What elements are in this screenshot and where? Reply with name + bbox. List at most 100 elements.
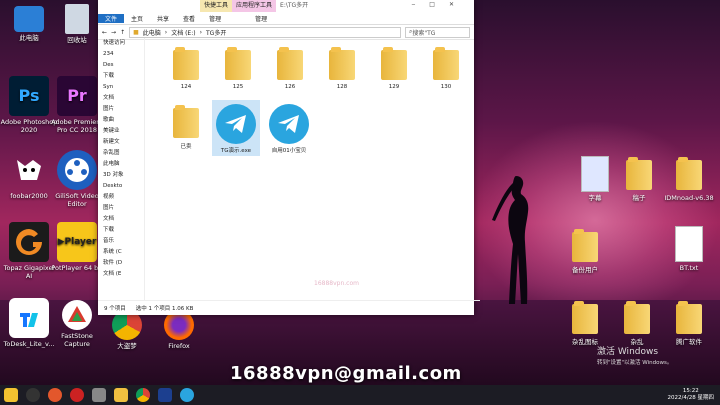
nav-item[interactable]: 3D 对象: [98, 170, 144, 181]
folder-icon: [431, 46, 461, 82]
folder-item-129[interactable]: 129: [372, 46, 416, 90]
desktop-icon-firefox[interactable]: Firefox: [150, 310, 208, 350]
nav-item[interactable]: 下载: [98, 225, 144, 236]
faststone-icon: [62, 300, 92, 330]
title-tab-quick-tools[interactable]: 快捷工具: [200, 0, 233, 12]
taskbar: 15:22 2022/4/28 星期四: [0, 385, 720, 405]
foobar-icon: [9, 150, 49, 190]
explorer-taskbar-icon[interactable]: [114, 388, 128, 402]
nav-item[interactable]: 文档 (E: [98, 269, 144, 280]
address-bar[interactable]: ■ 此电脑 › 文档 (E:) › TG多开: [129, 26, 401, 38]
photoshop-taskbar-icon[interactable]: [158, 388, 172, 402]
desktop-icon-chrome[interactable]: 大盗梦: [98, 310, 156, 350]
desktop-icon-backup-users[interactable]: 备份用户: [556, 228, 614, 274]
nav-item[interactable]: 视频: [98, 192, 144, 203]
ribbon-tab-manage-2[interactable]: 管理: [248, 14, 274, 23]
folder-item-126[interactable]: 126: [268, 46, 312, 90]
app-icon[interactable]: [92, 388, 106, 402]
woman-silhouette: [492, 176, 529, 304]
ribbon-tab-file[interactable]: 文件: [98, 13, 125, 23]
desktop-icon-misc-icons[interactable]: 杂乱图标: [556, 300, 614, 346]
folder-icon: [171, 46, 201, 82]
breadcrumb-drive-e[interactable]: 文档 (E:): [171, 28, 195, 37]
folder-icon: [171, 104, 201, 140]
nav-item[interactable]: Syn: [98, 82, 144, 93]
nav-item[interactable]: 快速访问: [98, 38, 144, 49]
file-icon: [581, 156, 609, 192]
folder-icon: [223, 46, 253, 82]
nav-item[interactable]: Deskto: [98, 181, 144, 192]
potplayer-icon: ▶Player: [57, 222, 97, 262]
breadcrumb-this-pc[interactable]: 此电脑: [143, 28, 161, 37]
email-watermark: 16888vpn@gmail.com: [230, 363, 462, 384]
search-icon[interactable]: [26, 388, 40, 402]
folder-item-128[interactable]: 128: [320, 46, 364, 90]
window-title-path: E:\TG多开: [280, 2, 309, 9]
folder-item-130[interactable]: 130: [424, 46, 468, 90]
folder-icon: [674, 300, 704, 336]
nav-item[interactable]: Des: [98, 60, 144, 71]
desktop-icon-software[interactable]: 腾广软件: [660, 300, 718, 346]
selection-info: 选中 1 个项目 1.06 KB: [135, 306, 194, 312]
nav-item[interactable]: 下载: [98, 71, 144, 82]
nav-item[interactable]: 234: [98, 49, 144, 60]
nav-item[interactable]: 图片: [98, 104, 144, 115]
folder-item-125[interactable]: 125: [216, 46, 260, 90]
telegram-icon: [216, 104, 256, 144]
nav-item[interactable]: 美键业: [98, 126, 144, 137]
nav-item[interactable]: 文档: [98, 214, 144, 225]
title-tab-app-tools[interactable]: 应用程序工具: [232, 0, 277, 12]
ribbon-tab-home[interactable]: 主页: [124, 14, 150, 23]
folder-icon: [379, 46, 409, 82]
film-reel-icon: [57, 150, 97, 190]
desktop-icon-bt-txt[interactable]: BT.txt: [660, 226, 718, 272]
nav-item[interactable]: 文档: [98, 93, 144, 104]
chrome-taskbar-icon[interactable]: [136, 388, 150, 402]
todesk-icon: [9, 298, 49, 338]
folder-icon: [674, 156, 704, 192]
up-arrow-icon[interactable]: ↑: [120, 29, 125, 36]
folder-item-124[interactable]: 124: [164, 46, 208, 90]
ribbon-tab-view[interactable]: 查看: [176, 14, 202, 23]
file-item-tg-demo[interactable]: TG演示.exe: [212, 100, 260, 156]
ribbon-tabs: 文件 主页 共享 查看 管理 管理: [98, 12, 474, 25]
folder-item-sold[interactable]: 已卖: [164, 104, 208, 150]
forward-arrow-icon[interactable]: →: [111, 29, 116, 36]
folder-icon: [275, 46, 305, 82]
folder-icon: [570, 300, 600, 336]
overlay-watermark: 16888vpn.com: [314, 280, 359, 287]
window-controls[interactable]: ‒□✕: [411, 1, 468, 8]
topaz-icon: [9, 222, 49, 262]
premiere-icon: Pr: [57, 76, 97, 116]
record-icon[interactable]: [70, 388, 84, 402]
firefox-taskbar-icon[interactable]: [48, 388, 62, 402]
nav-item[interactable]: 新建文: [98, 137, 144, 148]
desktop-icon-idm[interactable]: IDMnoad-v6.38: [660, 156, 718, 202]
nav-item[interactable]: 系统 (C: [98, 247, 144, 258]
photoshop-icon: Ps: [9, 76, 49, 116]
breadcrumb-tg-folder[interactable]: TG多开: [206, 28, 226, 37]
recycle-bin-icon: [65, 4, 89, 34]
file-list: 124 125 126 128 129 130 已卖 TG演示.exe 自用01…: [154, 44, 470, 294]
search-input[interactable]: ⌕ 搜索"TG: [405, 26, 470, 38]
address-row: ← → ↑ ■ 此电脑 › 文档 (E:) › TG多开 ⌕ 搜索"TG: [98, 25, 474, 40]
title-bar: 快捷工具 应用程序工具 E:\TG多开 ‒□✕: [98, 0, 474, 12]
system-clock[interactable]: 15:22 2022/4/28 星期四: [668, 388, 714, 402]
ribbon-tab-share[interactable]: 共享: [150, 14, 176, 23]
telegram-taskbar-icon[interactable]: [180, 388, 194, 402]
nav-item[interactable]: 杂乱图: [98, 148, 144, 159]
nav-item[interactable]: 软件 (D: [98, 258, 144, 269]
start-icon[interactable]: [4, 388, 18, 402]
item-count: 9 个项目: [104, 306, 126, 312]
explorer-window: 快捷工具 应用程序工具 E:\TG多开 ‒□✕ 文件 主页 共享 查看 管理 管…: [98, 0, 480, 315]
back-arrow-icon[interactable]: ←: [102, 29, 107, 36]
nav-item[interactable]: 音乐: [98, 236, 144, 247]
ribbon-tab-manage-1[interactable]: 管理: [202, 14, 228, 23]
desktop-icon-misc[interactable]: 杂乱: [608, 300, 666, 346]
navigation-pane: 快速访问 234 Des 下载 Syn 文档 图片 歌曲 美键业 新建文 杂乱图 此电脑 3D 对象 De…: [98, 38, 145, 300]
nav-item[interactable]: 歌曲: [98, 115, 144, 126]
nav-item[interactable]: 此电脑: [98, 159, 144, 170]
nav-item[interactable]: 图片: [98, 203, 144, 214]
file-item-self-use[interactable]: 自用01小宝贝: [264, 104, 314, 154]
folder-icon: [622, 300, 652, 336]
